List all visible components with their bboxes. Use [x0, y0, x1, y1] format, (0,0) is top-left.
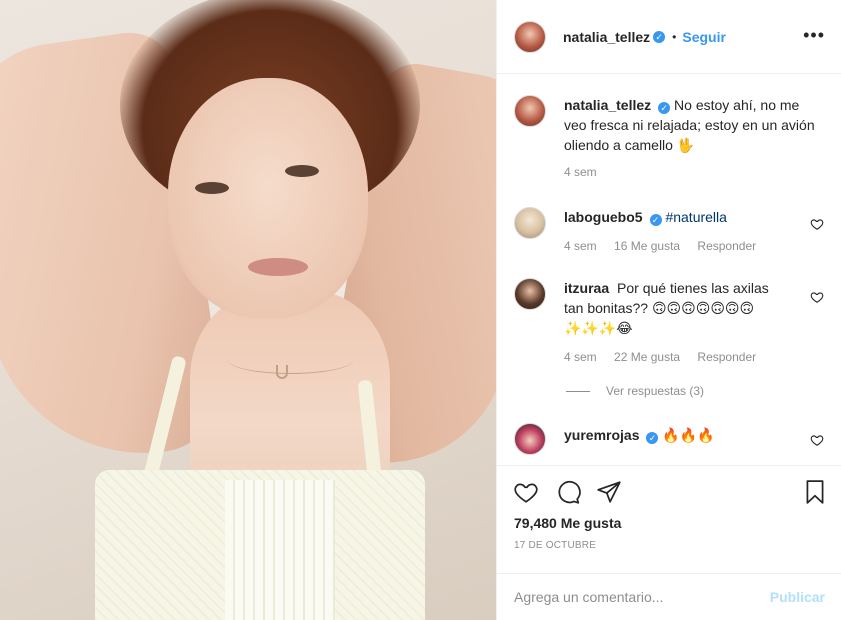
photo-pendant [276, 365, 288, 379]
comment-like-heart-icon[interactable] [810, 290, 824, 304]
commenter-username[interactable]: itzuraa [564, 280, 609, 296]
comment-like-heart-icon[interactable] [810, 433, 824, 447]
commenter-username[interactable]: laboguebo5 [564, 209, 643, 225]
photo-left-eye [195, 182, 229, 194]
view-replies-label[interactable]: Ver respuestas (3) [606, 384, 704, 398]
comment-hashtag[interactable]: #naturella [665, 209, 727, 225]
comment-likes[interactable]: 22 Me gusta [614, 350, 680, 364]
add-comment-bar: Publicar [497, 573, 841, 620]
verified-badge-icon: ✓ [658, 102, 671, 114]
comment-time[interactable]: 4 sem [564, 350, 597, 364]
verified-badge-icon: ✓ [649, 214, 662, 226]
commenter-avatar[interactable] [514, 423, 546, 455]
view-replies-button[interactable]: Ver respuestas (3) [566, 384, 704, 398]
photo-right-eye [285, 165, 319, 177]
follow-button[interactable]: Seguir [682, 29, 726, 45]
author-avatar[interactable] [514, 20, 546, 53]
comment-text: 🔥🔥🔥 [662, 427, 715, 443]
verified-badge-icon: ✓ [653, 30, 666, 43]
publish-button[interactable]: Publicar [770, 589, 825, 605]
comment-item: laboguebo5 ✓ #naturella 4 sem 16 Me gusta… [514, 207, 824, 253]
caption-avatar[interactable] [514, 95, 546, 127]
post-actions: 79,480 Me gusta 17 DE OCTUBRE [497, 465, 841, 573]
post-date[interactable]: 17 DE OCTUBRE [514, 540, 596, 551]
reply-button[interactable]: Responder [697, 239, 756, 253]
comment-likes[interactable]: 16 Me gusta [614, 239, 680, 253]
comment-item: yuremrojas ✓ 🔥🔥🔥 [514, 423, 824, 455]
commenter-username[interactable]: yuremrojas [564, 427, 639, 443]
reply-button[interactable]: Responder [697, 350, 756, 364]
caption: natalia_tellez ✓ No estoy ahí, no me veo … [514, 95, 824, 179]
photo-necklace [228, 346, 353, 374]
photo-mouth [248, 258, 308, 276]
post-photo[interactable] [0, 0, 496, 620]
comment-time[interactable]: 4 sem [564, 239, 597, 253]
post-header: natalia_tellez ✓ • Seguir ••• [497, 0, 841, 74]
share-icon[interactable] [596, 479, 622, 505]
likes-count[interactable]: 79,480 Me gusta [514, 515, 621, 531]
replies-divider [566, 390, 590, 392]
author-username[interactable]: natalia_tellez [563, 29, 650, 45]
bookmark-icon[interactable] [802, 479, 828, 505]
commenter-avatar[interactable] [514, 278, 546, 310]
header-separator: • [672, 29, 677, 44]
comment-like-heart-icon[interactable] [810, 217, 824, 231]
photo-dress-lace [225, 480, 335, 620]
post-sidebar: natalia_tellez ✓ • Seguir ••• natalia_te… [496, 0, 841, 620]
verified-badge-icon: ✓ [646, 432, 659, 444]
comment-input[interactable] [514, 589, 770, 605]
heart-icon[interactable] [513, 479, 539, 505]
comment-item: itzuraa Por qué tienes las axilas tan bo… [514, 278, 824, 364]
photo-face [168, 78, 368, 318]
commenter-avatar[interactable] [514, 207, 546, 239]
comment-icon[interactable] [555, 479, 581, 505]
more-options-icon[interactable]: ••• [803, 26, 825, 44]
caption-username[interactable]: natalia_tellez [564, 97, 651, 113]
comments-list[interactable]: natalia_tellez ✓ No estoy ahí, no me veo … [497, 75, 841, 465]
caption-time[interactable]: 4 sem [564, 165, 597, 179]
